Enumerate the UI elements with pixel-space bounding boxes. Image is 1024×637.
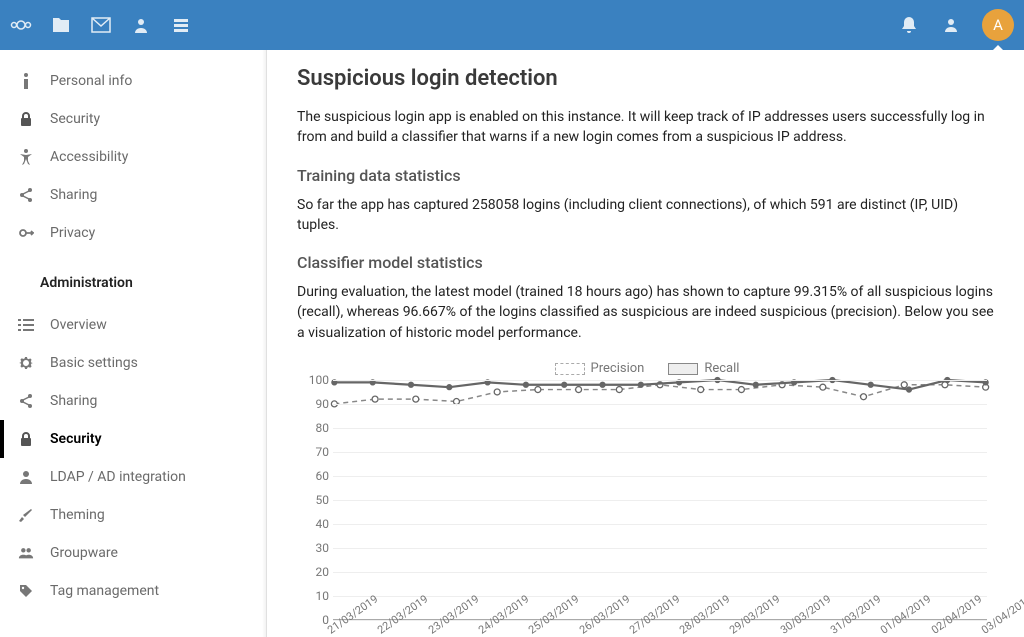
y-tick-label: 100 <box>301 373 329 387</box>
sidebar-item-label: LDAP / AD integration <box>50 469 186 485</box>
sidebar: Personal info Security Accessibility Sharin… <box>0 50 267 637</box>
logo[interactable] <box>10 14 32 36</box>
key-icon <box>18 225 34 241</box>
sidebar-item-personal-info[interactable]: Personal info <box>0 62 266 100</box>
topbar-left <box>10 14 192 36</box>
gear-icon <box>18 355 34 371</box>
avatar[interactable]: A <box>982 9 1014 41</box>
sidebar-item-label: Sharing <box>50 187 97 203</box>
sidebar-item-groupware[interactable]: Groupware <box>0 534 266 572</box>
lock-icon <box>18 111 34 127</box>
page-description: The suspicious login app is enabled on t… <box>297 107 994 148</box>
sidebar-item-security[interactable]: Security <box>0 100 266 138</box>
share-icon <box>18 187 34 203</box>
sidebar-item-tag-management[interactable]: Tag management <box>0 572 266 610</box>
main-content: Suspicious login detection The suspiciou… <box>267 50 1024 637</box>
avatar-letter: A <box>993 16 1003 34</box>
training-header: Training data statistics <box>297 166 994 185</box>
sidebar-item-accessibility[interactable]: Accessibility <box>0 138 266 176</box>
group-icon <box>18 545 34 561</box>
user-icon <box>18 469 34 485</box>
sidebar-item-security[interactable]: Security <box>0 420 266 458</box>
brush-icon <box>18 507 34 523</box>
sidebar-item-label: Theming <box>50 507 105 523</box>
tag-icon <box>18 583 34 599</box>
sidebar-item-label: Security <box>50 431 102 447</box>
mail-icon[interactable] <box>90 14 112 36</box>
sidebar-item-label: Overview <box>50 317 107 333</box>
share-icon <box>18 393 34 409</box>
user-menu-icon[interactable] <box>940 14 962 36</box>
legend-recall: Recall <box>668 361 739 376</box>
page-title: Suspicious login detection <box>297 66 994 91</box>
sidebar-item-basic-settings[interactable]: Basic settings <box>0 344 266 382</box>
sidebar-item-privacy[interactable]: Privacy <box>0 214 266 252</box>
app-icon[interactable] <box>170 14 192 36</box>
y-tick-label: 20 <box>301 565 329 579</box>
performance-chart: Precision Recall 0102030405060708090100 … <box>297 361 997 637</box>
sidebar-item-label: Groupware <box>50 545 118 561</box>
sidebar-item-overview[interactable]: Overview <box>0 306 266 344</box>
sidebar-item-label: Privacy <box>50 225 95 241</box>
sidebar-item-sharing[interactable]: Sharing <box>0 382 266 420</box>
container: Personal info Security Accessibility Sharin… <box>0 50 1024 637</box>
sidebar-item-ldap-ad-integration[interactable]: LDAP / AD integration <box>0 458 266 496</box>
model-header: Classifier model statistics <box>297 253 994 272</box>
y-tick-label: 70 <box>301 445 329 459</box>
sidebar-item-label: Accessibility <box>50 149 128 165</box>
y-tick-label: 30 <box>301 541 329 555</box>
model-text: During evaluation, the latest model (tra… <box>297 282 994 343</box>
sidebar-item-label: Sharing <box>50 393 97 409</box>
y-tick-label: 40 <box>301 517 329 531</box>
sidebar-item-label: Security <box>50 111 100 127</box>
sidebar-admin-header: Administration <box>0 264 266 302</box>
y-tick-label: 50 <box>301 493 329 507</box>
files-icon[interactable] <box>50 14 72 36</box>
legend-precision: Precision <box>555 361 645 376</box>
sidebar-item-label: Tag management <box>50 583 159 599</box>
training-text: So far the app has captured 258058 login… <box>297 195 994 236</box>
y-tick-label: 90 <box>301 397 329 411</box>
list-icon <box>18 317 34 333</box>
accessibility-icon <box>18 149 34 165</box>
sidebar-item-label: Personal info <box>50 73 132 89</box>
notifications-icon[interactable] <box>898 14 920 36</box>
plot-area: 0102030405060708090100 <box>333 380 987 620</box>
topbar-right: A <box>898 9 1014 41</box>
info-icon <box>18 73 34 89</box>
chart-legend: Precision Recall <box>297 361 997 376</box>
sidebar-item-theming[interactable]: Theming <box>0 496 266 534</box>
topbar: A <box>0 0 1024 50</box>
sidebar-item-sharing[interactable]: Sharing <box>0 176 266 214</box>
lock-icon <box>18 431 34 447</box>
y-tick-label: 60 <box>301 469 329 483</box>
y-tick-label: 80 <box>301 421 329 435</box>
contacts-icon[interactable] <box>130 14 152 36</box>
x-axis-labels: 21/03/201922/03/201923/03/201924/03/2019… <box>333 620 987 637</box>
sidebar-item-label: Basic settings <box>50 355 138 371</box>
y-tick-label: 10 <box>301 589 329 603</box>
